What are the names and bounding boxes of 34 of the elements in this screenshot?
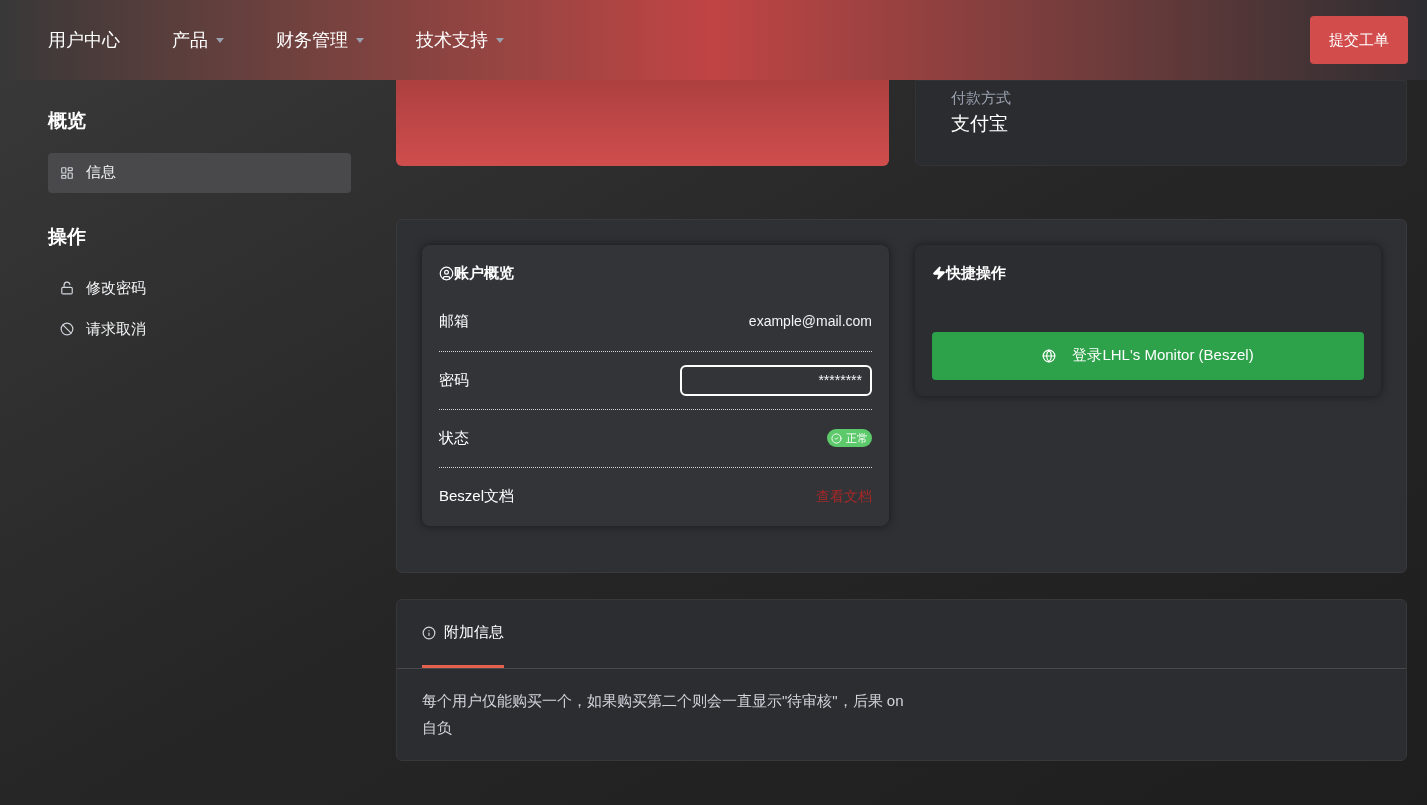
info-icon (422, 625, 436, 640)
email-value: example@mail.com (748, 312, 872, 331)
row-label: 邮箱 (439, 311, 469, 332)
row-label: Beszel文档 (439, 485, 515, 506)
caret-icon (496, 37, 504, 43)
password-field[interactable]: ******** (680, 364, 872, 396)
layout-icon (60, 165, 74, 180)
unlock-icon (60, 281, 74, 295)
sidebar-item[interactable]: 信息 (48, 152, 351, 193)
ban-icon (60, 322, 74, 336)
caret-icon (216, 37, 224, 43)
row-label: 状态 (439, 427, 469, 448)
sidebar-heading: 概览 (48, 109, 87, 133)
user-icon (439, 265, 454, 281)
nav-menu-item[interactable]: 产品 (172, 26, 224, 54)
sidebar-item[interactable]: 请求取消 (48, 309, 351, 349)
check-icon (831, 432, 842, 444)
sidebar-item[interactable]: 修改密码 (48, 268, 351, 308)
lightning-icon (932, 266, 946, 281)
row-label: 密码 (439, 369, 469, 390)
nav-menu-item[interactable]: 财务管理 (276, 26, 364, 54)
sidebar-heading: 操作 (48, 224, 87, 249)
notice-text: 每个用户仅能购买一个，如果购买第二个则会一直显示"待审核"，后果 on 自负 (421, 691, 905, 738)
tab[interactable]: 附加信息 (422, 600, 504, 668)
payment-label: 付款方式 (951, 88, 1012, 108)
submit-ticket-button[interactable]: 提交工单 (1310, 16, 1408, 64)
card-title: 快捷操作 (932, 262, 1364, 285)
card-title: 账户概览 (439, 262, 872, 285)
status-badge: 正常 (827, 428, 872, 448)
caret-icon (356, 37, 364, 43)
nav-menu-item[interactable]: 用户中心 (48, 26, 120, 54)
globe-icon (1042, 348, 1057, 363)
nav-menu-item[interactable]: 技术支持 (416, 26, 504, 54)
payment-value: 支付宝 (951, 111, 1009, 136)
